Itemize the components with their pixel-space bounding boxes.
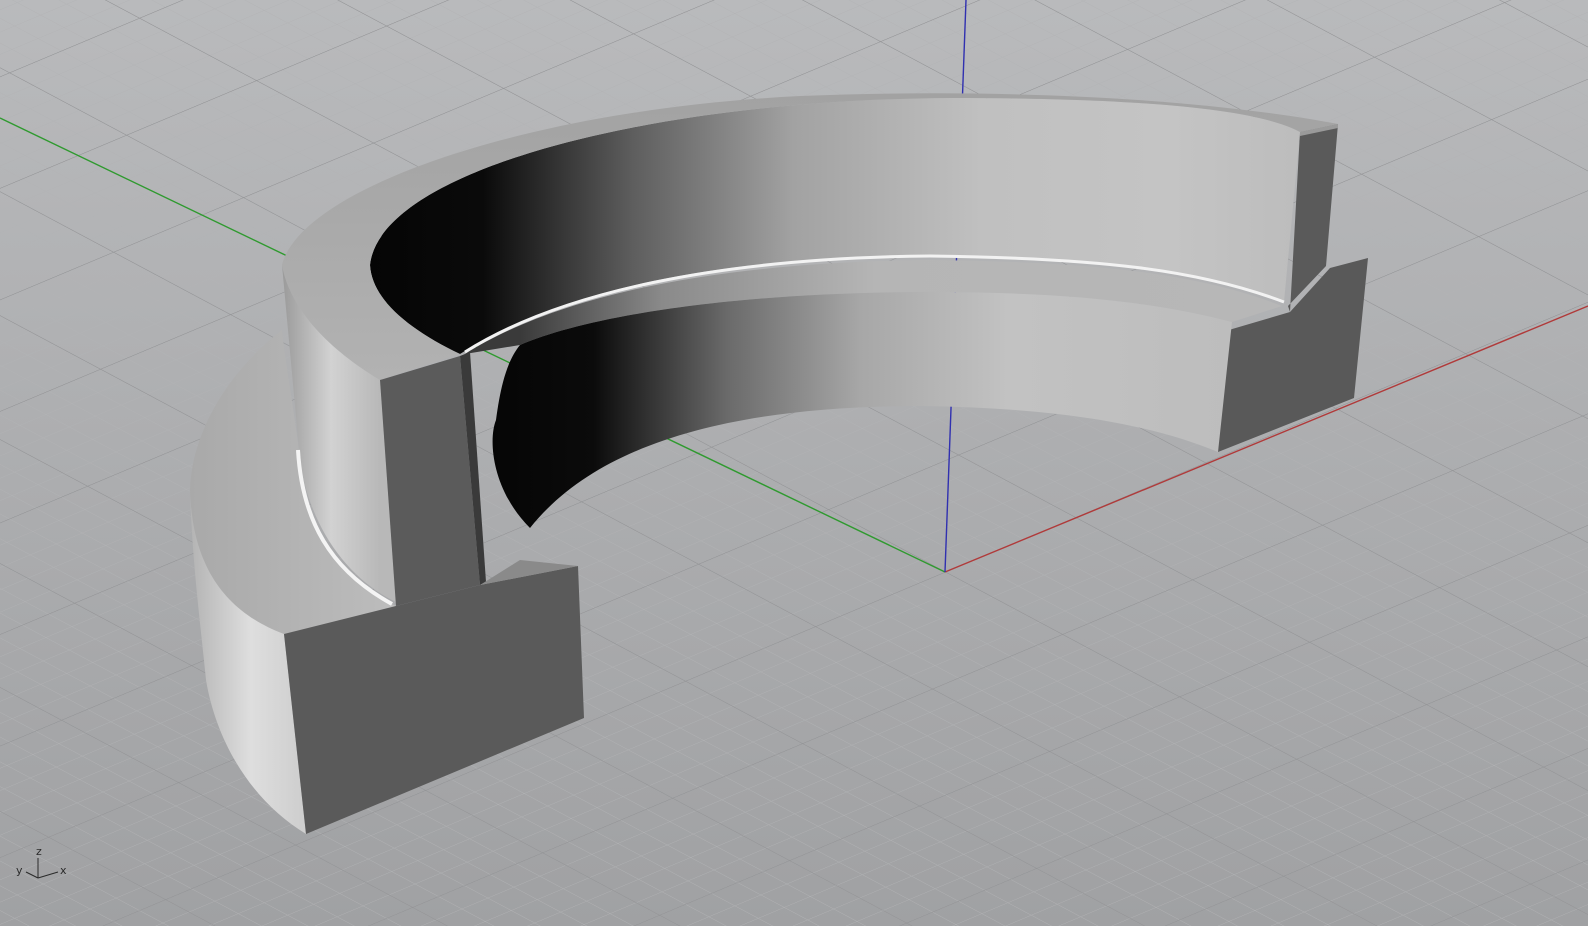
indicator-z-label: z [36,845,42,858]
indicator-x-label: x [60,864,67,877]
indicator-y-label: y [16,864,23,877]
3d-viewport[interactable]: z x y [0,0,1588,926]
